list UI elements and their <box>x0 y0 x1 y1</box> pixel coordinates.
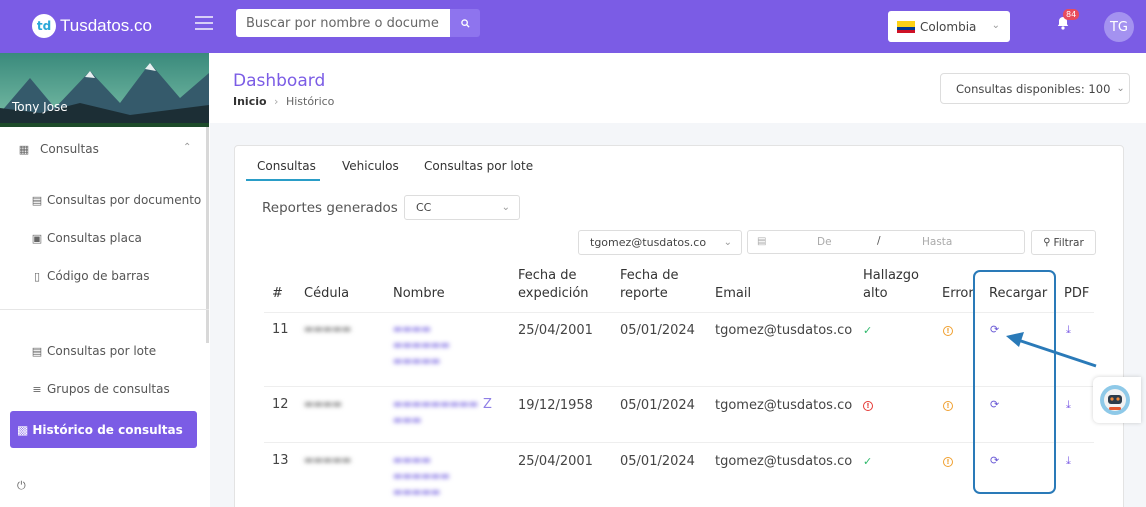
chat-widget[interactable] <box>1093 377 1141 423</box>
robot-assistant-icon <box>1100 385 1130 415</box>
annotation-arrow-icon <box>1006 332 1097 368</box>
